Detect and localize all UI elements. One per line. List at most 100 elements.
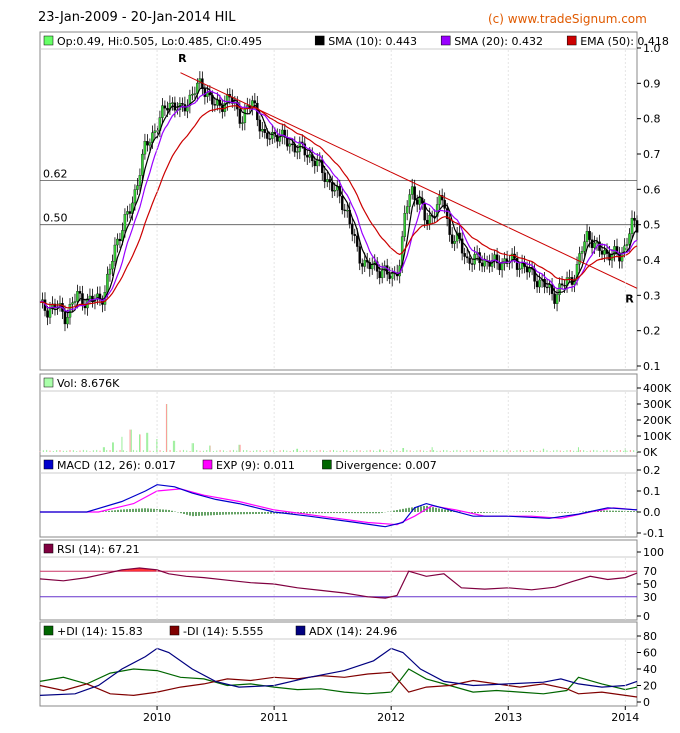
candle-body	[271, 132, 274, 139]
candle-body	[448, 218, 451, 235]
candle-body	[413, 186, 416, 200]
candle-body	[410, 186, 414, 195]
candle-body	[583, 241, 586, 252]
stock-chart: Op:0.49, Hi:0.505, Lo:0.485, Cl:0.495 SMA…	[39, 31, 672, 724]
candle-body	[350, 223, 354, 235]
candle-body	[258, 119, 262, 132]
candle-body	[518, 268, 521, 270]
volume-legend-swatch	[43, 377, 54, 388]
price-ytick-label: 0.4	[643, 254, 661, 267]
candle-body	[111, 261, 114, 270]
candle-body	[358, 246, 361, 264]
candle-body	[323, 172, 327, 182]
candle-body	[263, 129, 267, 133]
candle-body	[123, 214, 127, 231]
price-legend-swatch	[314, 35, 325, 46]
trendline-label-start: R	[178, 52, 187, 65]
candle-body	[316, 160, 319, 167]
macd-ytick-label: 0.2	[643, 464, 661, 477]
candle-body	[253, 100, 257, 104]
price-ytick-label: 0.5	[643, 219, 661, 232]
candle-body	[63, 311, 67, 325]
candle-body	[213, 104, 217, 106]
candle-body	[590, 239, 594, 249]
dmi-legend-swatch	[169, 625, 180, 636]
price-legend-label: Op:0.49, Hi:0.505, Lo:0.485, Cl:0.495	[57, 35, 262, 48]
candle-body	[468, 257, 471, 264]
candle-body	[91, 295, 94, 302]
x-tick-label: 2014	[611, 711, 639, 724]
candle-body	[480, 262, 484, 267]
volume-legend-label: Vol: 8.676K	[57, 377, 120, 390]
candle-body	[600, 250, 604, 255]
dmi-legend: +DI (14): 15.83 -DI (14): 5.555 ADX (14): …	[43, 625, 397, 638]
candle-body	[438, 195, 441, 205]
candle-body	[463, 253, 466, 257]
candle-body	[326, 179, 329, 182]
price-ytick-label: 0.1	[643, 360, 661, 373]
candle-body	[563, 285, 566, 287]
price-ytick-label: 0.9	[643, 77, 661, 90]
candle-body	[106, 273, 109, 293]
fib-level-label: 0.62	[43, 168, 68, 181]
rsi-legend-swatch	[43, 543, 54, 554]
fib-level-label: 0.50	[43, 212, 68, 225]
candle-body	[470, 263, 474, 265]
price-ytick-label: 1.0	[643, 42, 661, 55]
candle-body	[76, 291, 79, 302]
candle-body	[443, 199, 446, 209]
candle-body	[133, 189, 137, 204]
price-ytick-label: 0.2	[643, 325, 661, 338]
candle-body	[73, 301, 77, 303]
candle-body	[625, 243, 629, 247]
macd-legend-label: EXP (9): 0.011	[216, 459, 295, 472]
candle-body	[633, 217, 636, 221]
dmi-legend-label: -DI (14): 5.555	[183, 625, 263, 638]
candle-body	[363, 259, 366, 267]
volume-ytick-label: 0K	[643, 446, 658, 459]
candle-body	[560, 283, 564, 286]
candle-body	[465, 256, 469, 259]
candle-body	[146, 141, 149, 146]
candle-body	[143, 141, 147, 155]
candle-body	[360, 263, 364, 267]
price-legend-swatch	[440, 35, 451, 46]
candle-body	[528, 267, 531, 273]
candle-body	[538, 279, 541, 288]
volume-ytick-label: 200K	[643, 414, 672, 427]
volume-ytick-label: 300K	[643, 398, 672, 411]
candle-body	[181, 103, 184, 105]
macd-ytick-label: 0.0	[643, 506, 661, 519]
candle-body	[558, 283, 561, 295]
candle-body	[128, 211, 132, 214]
price-ytick-label: 0.3	[643, 289, 661, 302]
volume-ytick-label: 100K	[643, 430, 672, 443]
candle-body	[268, 138, 272, 140]
candle-body	[241, 122, 244, 124]
rsi-ytick-label: 100	[643, 546, 664, 559]
price-legend-swatch	[566, 35, 577, 46]
candle-body	[171, 102, 174, 104]
candle-body	[388, 274, 391, 280]
candle-body	[418, 197, 421, 205]
dmi-ytick-label: 40	[643, 663, 657, 676]
candle-body	[108, 268, 112, 275]
price-legend-label: SMA (20): 0.432	[454, 35, 543, 48]
macd-legend-swatch	[322, 459, 332, 470]
candle-body	[243, 108, 247, 123]
candle-body	[380, 270, 384, 279]
dmi-ytick-label: 20	[643, 680, 657, 693]
candle-body	[345, 209, 349, 212]
candle-body	[405, 206, 409, 214]
volume-panel	[39, 373, 638, 457]
candle-body	[408, 194, 411, 207]
candle-body	[163, 105, 167, 109]
candle-body	[588, 231, 591, 240]
candle-body	[585, 231, 589, 242]
volume-ytick-label: 400K	[643, 382, 672, 395]
dmi-legend-swatch	[43, 625, 54, 636]
candle-body	[48, 308, 52, 318]
rsi-level-label: 30	[643, 591, 657, 604]
candle-body	[261, 129, 264, 132]
x-tick-label: 2012	[377, 711, 405, 724]
